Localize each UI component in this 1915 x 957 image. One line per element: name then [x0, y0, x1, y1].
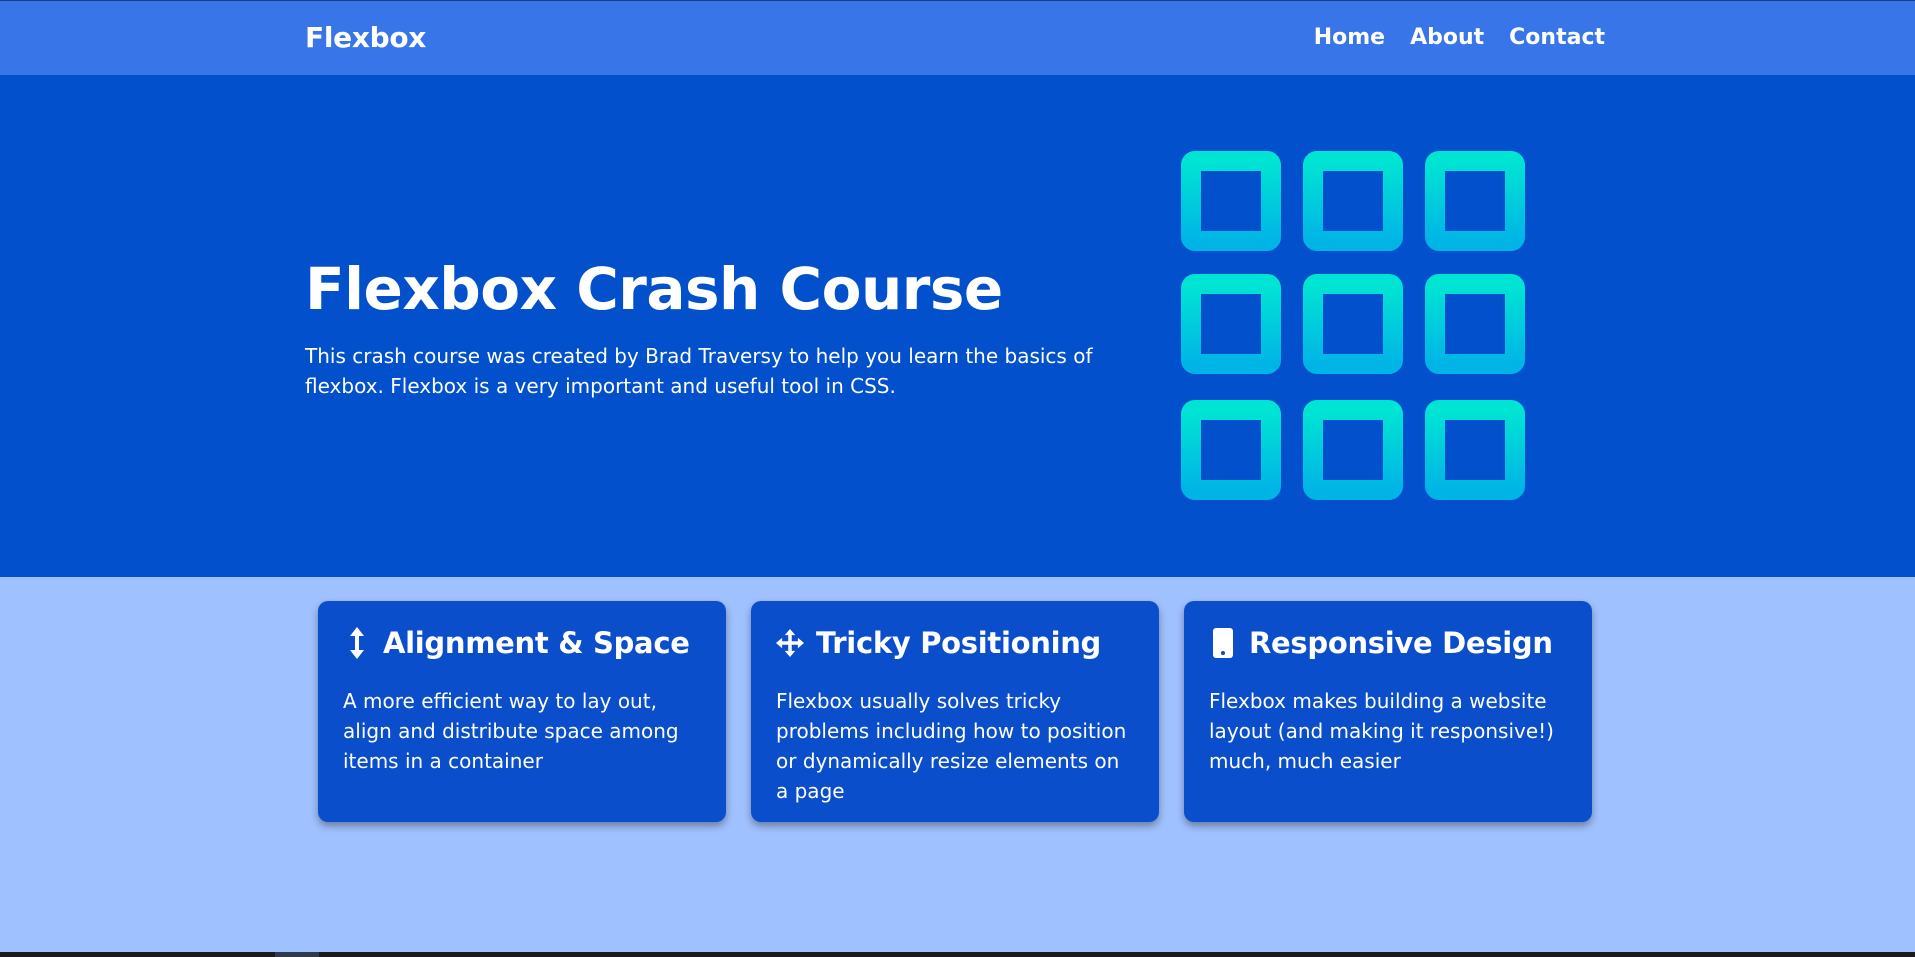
bottom-strip — [0, 952, 1915, 957]
card-text: Flexbox usually solves tricky problems i… — [776, 689, 1127, 803]
card-title: Tricky Positioning — [816, 626, 1102, 660]
feature-card-responsive: Responsive Design Flexbox makes building… — [1184, 601, 1592, 822]
nav-link-home[interactable]: Home — [1314, 25, 1385, 50]
card-text: A more efficient way to lay out, align a… — [343, 689, 679, 773]
hero-description: This crash course was created by Brad Tr… — [305, 344, 1093, 398]
card-title: Responsive Design — [1249, 626, 1553, 660]
hero-title: Flexbox Crash Course — [305, 255, 1003, 323]
features-section: Alignment & Space A more efficient way t… — [318, 601, 1592, 822]
card-header: Tricky Positioning — [776, 623, 1135, 663]
card-title: Alignment & Space — [383, 626, 690, 660]
nav-link-about[interactable]: About — [1410, 25, 1484, 50]
hero-section: Flexbox Crash Course This crash course w… — [0, 75, 1915, 577]
arrows-vertical-icon — [343, 626, 371, 660]
nav-links: Home About Contact — [1314, 25, 1605, 50]
card-text: Flexbox makes building a website layout … — [1209, 689, 1554, 773]
card-header: Alignment & Space — [343, 623, 702, 663]
arrows-move-icon — [776, 626, 804, 660]
brand-logo[interactable]: Flexbox — [305, 21, 426, 54]
nav-link-contact[interactable]: Contact — [1509, 25, 1605, 50]
feature-card-alignment: Alignment & Space A more efficient way t… — [318, 601, 726, 822]
grid-3x3-icon — [1181, 151, 1525, 500]
navbar: Flexbox Home About Contact — [0, 1, 1915, 75]
card-header: Responsive Design — [1209, 623, 1568, 663]
bottom-strip-segment — [275, 952, 319, 957]
mobile-phone-icon — [1209, 626, 1237, 660]
feature-card-positioning: Tricky Positioning Flexbox usually solve… — [751, 601, 1159, 822]
